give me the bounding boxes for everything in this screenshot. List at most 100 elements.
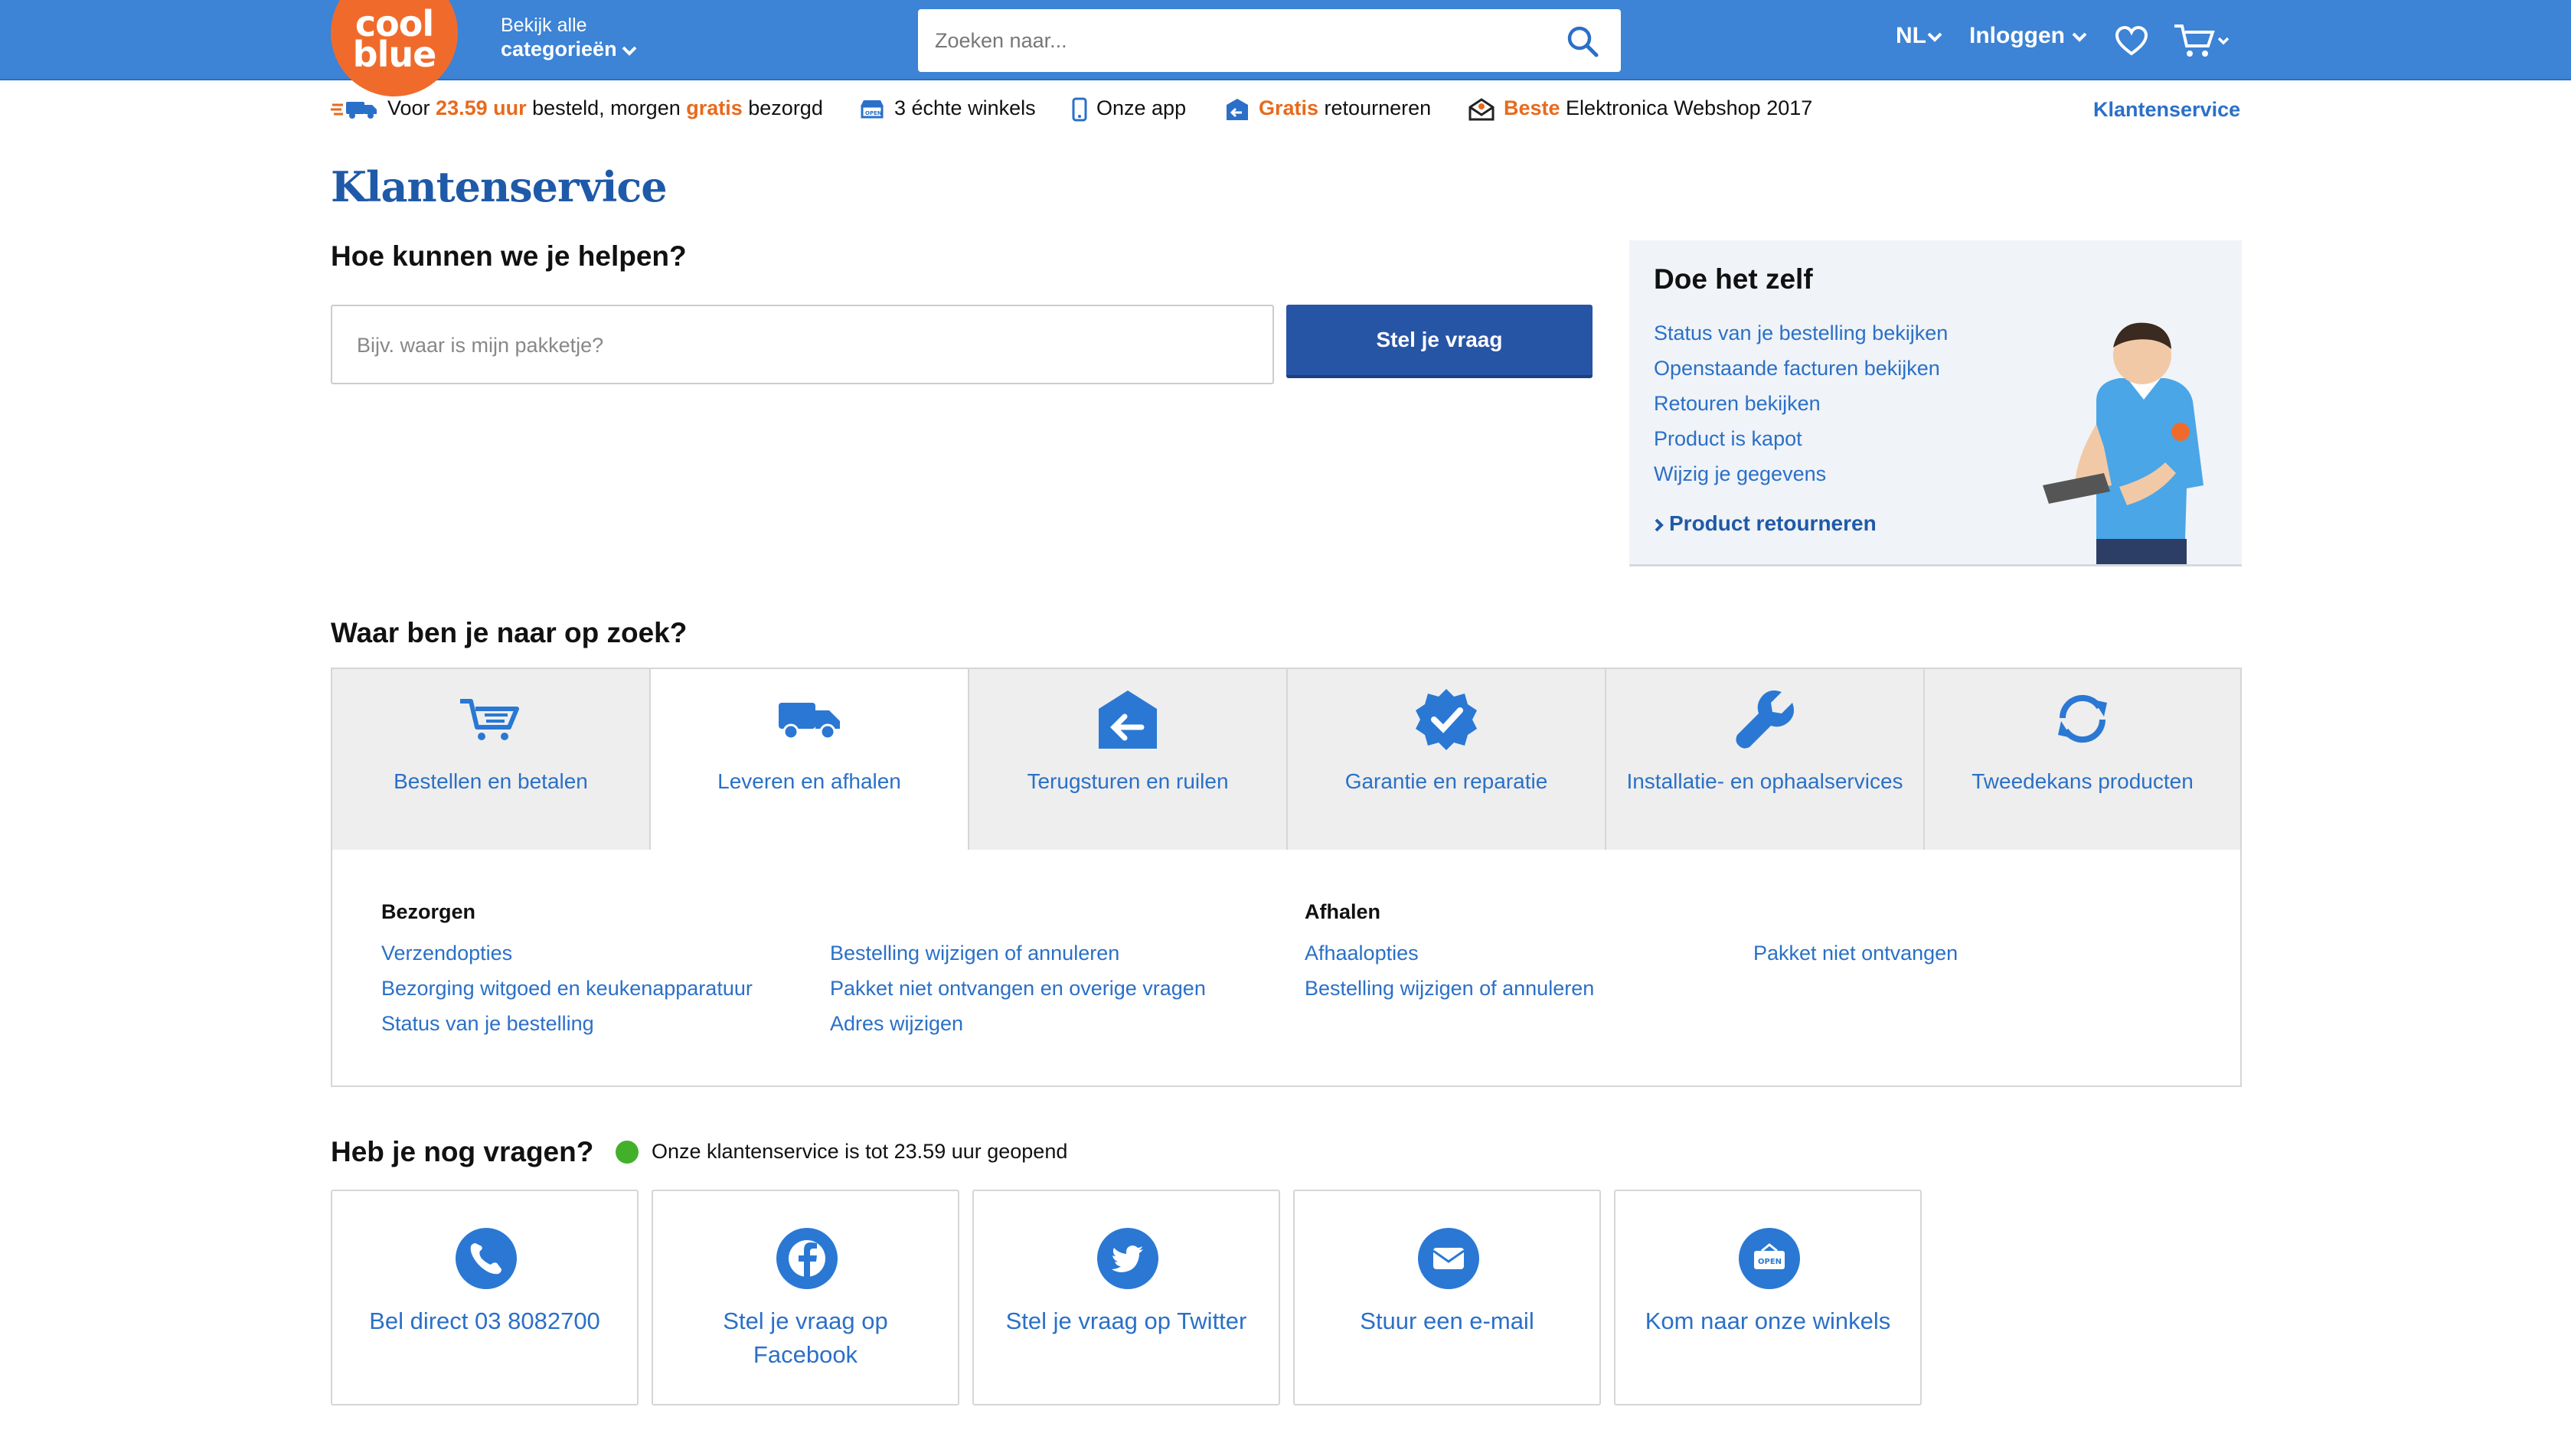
contact-heading: Heb je nog vragen?	[331, 1136, 594, 1167]
delivery-links-col1: Verzendopties Bezorging witgoed en keuke…	[381, 935, 753, 1041]
page-title: Klantenservice	[331, 162, 668, 211]
usp-app: Onze app	[1072, 96, 1186, 122]
return-product-link[interactable]: Product retourneren	[1654, 511, 1877, 536]
chevron-down-icon	[2072, 32, 2087, 42]
return-box-icon	[1227, 98, 1248, 120]
contact-card-facebook[interactable]: Stel je vraag op Facebook	[652, 1190, 959, 1405]
usp-award-suffix: Elektronica Webshop 2017	[1560, 96, 1813, 119]
site-search-input[interactable]	[935, 23, 1547, 58]
chevron-down-icon	[622, 46, 636, 56]
usp-award-best: Beste	[1504, 96, 1560, 119]
top-navigation-bar: cool blue Bekijk alle categorieën NL Inl…	[0, 0, 2571, 96]
link-change-cancel-order[interactable]: Bestelling wijzigen of annuleren	[830, 935, 1206, 971]
usp-delivery-suffix: bezorgd	[742, 96, 823, 119]
pickup-section-title: Afhalen	[1305, 900, 1381, 923]
link-white-goods-delivery[interactable]: Bezorging witgoed en keukenapparatuur	[381, 971, 753, 1006]
return-product-label: Product retourneren	[1669, 511, 1877, 535]
employee-illustration	[2043, 322, 2203, 564]
delivery-section-title: Bezorgen	[381, 900, 476, 923]
refresh-icon	[2058, 694, 2107, 743]
chevron-right-icon	[1655, 518, 1664, 532]
self-service-panel: Doe het zelf Status van je bestelling be…	[1629, 240, 2242, 566]
login-menu[interactable]: Inloggen	[1969, 23, 2088, 49]
ask-question-button[interactable]: Stel je vraag	[1286, 305, 1593, 378]
contact-card-label: Stel je vraag op Facebook	[723, 1307, 888, 1368]
link-pickup-change-cancel-order[interactable]: Bestelling wijzigen of annuleren	[1305, 971, 1594, 1006]
truck-icon	[779, 703, 840, 740]
question-input[interactable]	[357, 329, 1237, 361]
topic-heading: Waar ben je naar op zoek?	[331, 617, 688, 648]
badge-check-icon	[1416, 689, 1477, 750]
contact-card-twitter[interactable]: Stel je vraag op Twitter	[972, 1190, 1280, 1405]
tab-label: Garantie en reparatie	[1344, 769, 1548, 793]
shopping-cart-icon[interactable]	[2173, 23, 2231, 60]
coolblue-logo[interactable]: cool blue	[331, 0, 458, 96]
usp-returns-suffix: retourneren	[1318, 96, 1432, 119]
search-icon[interactable]	[1566, 24, 1599, 58]
usp-stores: OPEN 3 échte winkels	[859, 96, 1036, 120]
usp-delivery: Voor 23.59 uur besteld, morgen gratis be…	[331, 96, 823, 120]
tab-label: Installatie- en ophaalservices	[1626, 769, 1903, 793]
phone-icon	[470, 1243, 501, 1275]
wishlist-heart-icon[interactable]	[2115, 26, 2148, 57]
link-package-not-received-other[interactable]: Pakket niet ontvangen en overige vragen	[830, 971, 1206, 1006]
customer-service-link[interactable]: Klantenservice	[2093, 98, 2240, 122]
tab-label: Terugsturen en ruilen	[1027, 769, 1229, 793]
contact-card-label: Stuur een e-mail	[1360, 1307, 1534, 1334]
svg-text:OPEN: OPEN	[1758, 1258, 1782, 1266]
open-status-text: Onze klantenservice is tot 23.59 uur geo…	[652, 1140, 1068, 1163]
tab-delivery-pickup[interactable]: Leveren en afhalen	[649, 668, 968, 853]
pickup-links-col2: Pakket niet ontvangen	[1753, 935, 1958, 971]
cart-icon	[460, 699, 519, 740]
contact-card-stores[interactable]: OPEN Kom naar onze winkels	[1614, 1190, 1922, 1405]
usp-delivery-free: gratis	[686, 96, 743, 119]
usp-returns: Gratis retourneren	[1225, 96, 1431, 122]
self-service-link-order-status[interactable]: Status van je bestelling bekijken	[1654, 315, 1948, 351]
login-label: Inloggen	[1969, 23, 2065, 48]
logo-line-2: blue	[352, 34, 437, 75]
help-heading: Hoe kunnen we je helpen?	[331, 240, 687, 272]
award-envelope-icon	[1468, 98, 1495, 121]
svg-text:OPEN: OPEN	[865, 110, 882, 116]
tab-warranty-repair[interactable]: Garantie en reparatie	[1286, 668, 1605, 851]
usp-app-label: Onze app	[1096, 96, 1187, 119]
delivery-truck-icon	[331, 101, 377, 119]
wrench-icon	[1736, 690, 1794, 749]
facebook-icon	[789, 1240, 825, 1278]
self-service-link-edit-details[interactable]: Wijzig je gegevens	[1654, 456, 1948, 491]
link-pickup-options[interactable]: Afhaalopties	[1305, 935, 1594, 971]
link-pickup-package-not-received[interactable]: Pakket niet ontvangen	[1753, 935, 1958, 971]
topic-tabs: Bestellen en betalen Leveren en afhalen …	[331, 668, 2242, 853]
tab-label: Leveren en afhalen	[717, 769, 901, 793]
pickup-links-col1: Afhaalopties Bestelling wijzigen of annu…	[1305, 935, 1594, 1006]
smartphone-icon	[1072, 97, 1087, 122]
link-change-address[interactable]: Adres wijzigen	[830, 1006, 1206, 1041]
self-service-links: Status van je bestelling bekijken Openst…	[1654, 315, 1948, 491]
usp-award: Beste Elektronica Webshop 2017	[1468, 96, 1812, 121]
return-box-icon	[1099, 690, 1157, 749]
tab-label: Tweedekans producten	[1972, 769, 2194, 793]
self-service-link-returns[interactable]: Retouren bekijken	[1654, 386, 1948, 421]
link-order-status[interactable]: Status van je bestelling	[381, 1006, 753, 1041]
tab-returns-exchange[interactable]: Terugsturen en ruilen	[968, 668, 1286, 851]
link-shipping-options[interactable]: Verzendopties	[381, 935, 753, 971]
usp-stores-label: 3 échte winkels	[894, 96, 1036, 119]
self-service-link-broken-product[interactable]: Product is kapot	[1654, 421, 1948, 456]
contact-card-label: Stel je vraag op Twitter	[1005, 1307, 1247, 1334]
contact-card-phone[interactable]: Bel direct 03 8082700	[331, 1190, 639, 1405]
usp-delivery-time: 23.59 uur	[436, 96, 527, 119]
usp-returns-free: Gratis	[1259, 96, 1319, 119]
categories-label: categorieën	[501, 38, 617, 60]
contact-card-email[interactable]: Stuur een e-mail	[1293, 1190, 1601, 1405]
mail-icon	[1433, 1248, 1465, 1269]
self-service-link-invoices[interactable]: Openstaande facturen bekijken	[1654, 351, 1948, 386]
usp-delivery-middle: besteld, morgen	[526, 96, 687, 119]
language-selector[interactable]: NL	[1896, 23, 1943, 49]
language-label: NL	[1896, 23, 1926, 48]
all-categories-menu[interactable]: Bekijk alle categorieën	[501, 14, 637, 61]
self-service-title: Doe het zelf	[1654, 263, 1813, 295]
tab-installation-services[interactable]: Installatie- en ophaalservices	[1605, 668, 1923, 851]
tab-second-chance-products[interactable]: Tweedekans producten	[1923, 668, 2242, 851]
tab-ordering-payment[interactable]: Bestellen en betalen	[331, 668, 649, 851]
question-field	[331, 305, 1274, 384]
